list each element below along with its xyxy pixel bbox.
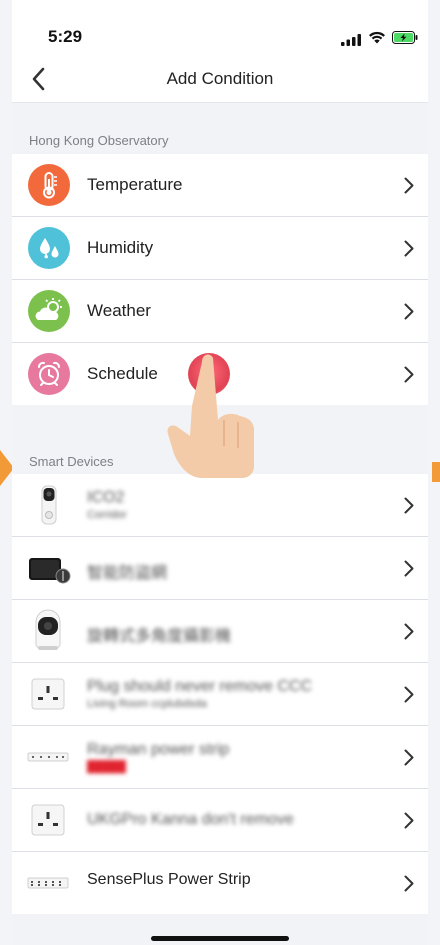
chevron-right-icon (404, 177, 414, 194)
screen: 5:29 Add Condition Hong Kong Observatory… (0, 0, 440, 945)
power-strip-icon (27, 752, 69, 762)
condition-label: Schedule (87, 364, 158, 383)
device-row[interactable]: 旋轉式多角度攝影機 (12, 600, 428, 663)
device-row[interactable]: 智能防盜網 (12, 537, 428, 600)
device-name: SensePlus Power Strip (87, 871, 251, 888)
pointing-hand-icon (167, 354, 254, 478)
chevron-right-icon (404, 749, 414, 766)
pan-camera-icon (35, 609, 61, 650)
thermometer-icon (28, 164, 70, 206)
orange-edge-marker (432, 462, 440, 482)
chevron-right-icon (404, 366, 414, 383)
section-header-observatory: Hong Kong Observatory (29, 133, 169, 148)
home-indicator (151, 936, 289, 941)
condition-weather[interactable]: Weather (12, 280, 428, 343)
device-name: 旋轉式多角度攝影機 (87, 628, 232, 645)
condition-temperature[interactable]: Temperature (12, 154, 428, 217)
doorbell-camera-icon (41, 485, 57, 525)
condition-label: Temperature (87, 175, 183, 194)
device-name: Plug should never remove CCC (87, 678, 312, 695)
wifi-icon (369, 31, 385, 44)
water-drops-icon (28, 227, 70, 269)
chevron-right-icon (404, 812, 414, 829)
hub-panel-icon (29, 558, 71, 584)
chevron-right-icon (404, 303, 414, 320)
device-row[interactable]: Rayman power strip █████ (12, 726, 428, 789)
alarm-clock-icon (28, 353, 70, 395)
condition-label: Weather (87, 301, 151, 320)
device-name: Rayman power strip (87, 741, 230, 758)
status-bar: 5:29 (12, 0, 428, 58)
wall-socket-icon (31, 804, 65, 836)
chevron-right-icon (404, 240, 414, 257)
power-strip-icon (27, 877, 69, 889)
chevron-right-icon (404, 686, 414, 703)
phone-screen: 5:29 Add Condition Hong Kong Observatory… (12, 0, 428, 945)
device-name: 智能防盜網 (87, 565, 168, 582)
status-time: 5:29 (48, 27, 83, 46)
battery-charging-icon (392, 31, 418, 44)
device-name: UKGPro Kanna don't remove (87, 811, 294, 828)
device-subtitle: Living Room ccplubdsda (87, 698, 207, 710)
condition-humidity[interactable]: Humidity (12, 217, 428, 280)
chevron-right-icon (404, 623, 414, 640)
wall-socket-icon (31, 678, 65, 710)
device-row[interactable]: Plug should never remove CCC Living Room… (12, 663, 428, 726)
device-row[interactable]: UKGPro Kanna don't remove (12, 789, 428, 852)
condition-label: Humidity (87, 238, 154, 257)
smart-device-list: ICO2 Corridor 智能防盜網 旋轉式多角度攝影機 Plug shoul… (12, 474, 428, 914)
chevron-right-icon (404, 497, 414, 514)
page-title: Add Condition (166, 69, 274, 88)
device-name: ICO2 (87, 489, 125, 506)
cellular-signal-icon (341, 34, 361, 46)
chevron-right-icon (404, 560, 414, 577)
navigation-bar: Add Condition (12, 58, 428, 103)
device-subtitle: Corridor (87, 509, 127, 521)
device-subtitle: █████ (87, 761, 126, 773)
sun-cloud-icon (28, 290, 70, 332)
device-row[interactable]: ICO2 Corridor (12, 474, 428, 537)
device-row[interactable]: SensePlus Power Strip (12, 852, 428, 914)
chevron-right-icon (404, 875, 414, 892)
